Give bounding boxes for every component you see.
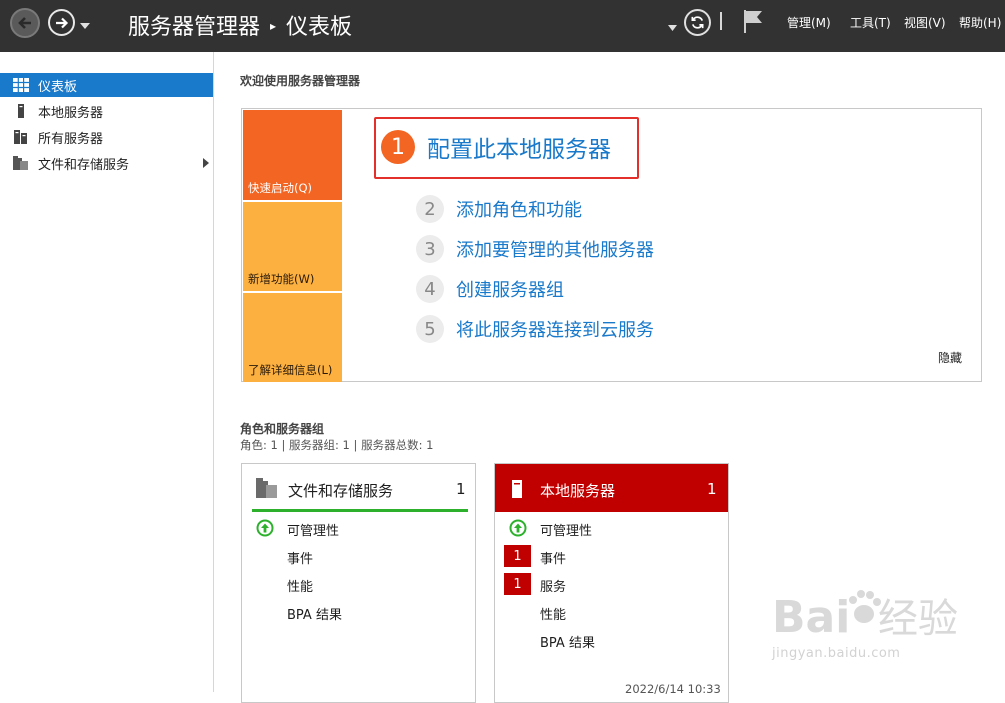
sidebar: 仪表板 本地服务器 所有服务器 文件和存储服务 (0, 52, 214, 692)
title-bar: 服务器管理器 ▸ 仪表板 管理(M) 工具(T) 视图(V) 帮助(H) (0, 0, 1005, 52)
breadcrumb-root[interactable]: 服务器管理器 (128, 15, 260, 40)
step-link[interactable]: 添加要管理的其他服务器 (456, 236, 654, 262)
tile-label: 了解详细信息(L) (248, 363, 333, 377)
expand-arrow-icon[interactable] (203, 158, 209, 168)
menu-help[interactable]: 帮助(H) (959, 14, 1001, 31)
history-dropdown[interactable] (80, 16, 90, 35)
server-icon (512, 480, 522, 498)
row-events[interactable]: 事件 (287, 548, 313, 567)
card-title: 文件和存储服务 (288, 482, 394, 500)
sidebar-item-local-server[interactable]: 本地服务器 (0, 99, 213, 123)
alert-count-badge: 1 (504, 573, 531, 595)
forward-button[interactable] (48, 9, 75, 36)
step-configure-local-server[interactable]: 1 配置此本地服务器 (381, 130, 611, 164)
alert-count-badge: 1 (504, 545, 531, 567)
step-link[interactable]: 将此服务器连接到云服务 (456, 316, 654, 342)
row-performance[interactable]: 性能 (540, 604, 566, 623)
step-add-servers[interactable]: 3 添加要管理的其他服务器 (416, 235, 654, 263)
row-bpa-results[interactable]: BPA 结果 (540, 632, 595, 651)
step-number: 5 (416, 315, 444, 343)
role-card-file-storage[interactable]: 文件和存储服务 1 可管理性 事件 性能 BPA 结果 (241, 463, 476, 703)
hide-welcome-link[interactable]: 隐藏 (938, 349, 962, 366)
status-ok-icon (256, 519, 274, 537)
step-number: 1 (381, 130, 415, 164)
arrow-right-icon (55, 17, 68, 28)
step-create-group[interactable]: 4 创建服务器组 (416, 275, 564, 303)
file-storage-icon (256, 478, 277, 498)
row-events[interactable]: 事件 (540, 548, 566, 567)
sidebar-item-label: 本地服务器 (38, 105, 104, 121)
menu-tools[interactable]: 工具(T) (850, 14, 891, 31)
step-link[interactable]: 创建服务器组 (456, 276, 564, 302)
step-number: 4 (416, 275, 444, 303)
chevron-down-icon (80, 23, 90, 29)
welcome-title: 欢迎使用服务器管理器 (240, 74, 361, 88)
menu-view[interactable]: 视图(V) (904, 14, 946, 31)
step-add-roles[interactable]: 2 添加角色和功能 (416, 195, 582, 223)
refresh-dropdown[interactable] (668, 17, 677, 69)
tile-whats-new[interactable]: 新增功能(W) (243, 202, 342, 291)
sidebar-item-dashboard[interactable]: 仪表板 (0, 73, 213, 97)
row-manageability[interactable]: 可管理性 (540, 520, 592, 539)
sidebar-item-all-servers[interactable]: 所有服务器 (0, 125, 213, 149)
role-card-local-server[interactable]: 本地服务器 1 可管理性 1 事件 1 服务 性能 BPA 结果 2022/6/… (494, 463, 729, 703)
row-performance[interactable]: 性能 (287, 576, 313, 595)
card-header[interactable]: 文件和存储服务 1 (252, 464, 468, 512)
breadcrumb: 服务器管理器 ▸ 仪表板 (128, 9, 352, 41)
refresh-icon (691, 16, 704, 29)
svg-text:Bai: Bai (772, 592, 850, 642)
step-link[interactable]: 配置此本地服务器 (427, 130, 611, 164)
step-number: 3 (416, 235, 444, 263)
file-storage-icon (13, 156, 28, 170)
step-connect-cloud[interactable]: 5 将此服务器连接到云服务 (416, 315, 654, 343)
toolbar-divider (720, 12, 722, 30)
status-ok-icon (509, 519, 527, 537)
card-timestamp: 2022/6/14 10:33 (625, 682, 721, 696)
tile-learn-more[interactable]: 了解详细信息(L) (243, 293, 342, 382)
breadcrumb-separator: ▸ (270, 19, 277, 33)
tile-label: 新增功能(W) (248, 272, 315, 286)
step-number: 2 (416, 195, 444, 223)
chevron-down-icon (668, 25, 677, 31)
arrow-left-icon (18, 17, 31, 29)
back-button[interactable] (10, 8, 40, 38)
servers-icon (14, 130, 27, 144)
roles-title: 角色和服务器组 (240, 422, 325, 436)
tile-label: 快速启动(Q) (248, 181, 313, 195)
sidebar-item-label: 文件和存储服务 (38, 157, 130, 173)
sidebar-item-label: 仪表板 (38, 79, 78, 95)
card-title: 本地服务器 (540, 482, 616, 500)
card-header[interactable]: 本地服务器 1 (495, 464, 728, 512)
sidebar-item-label: 所有服务器 (38, 131, 104, 147)
row-manageability[interactable]: 可管理性 (287, 520, 339, 539)
sidebar-item-file-storage[interactable]: 文件和存储服务 (0, 151, 213, 175)
dashboard-grid-icon (13, 78, 29, 92)
row-services[interactable]: 服务 (540, 576, 566, 595)
row-bpa-results[interactable]: BPA 结果 (287, 604, 342, 623)
watermark-url: jingyan.baidu.com (772, 646, 901, 661)
tile-quick-start[interactable]: 快速启动(Q) (243, 110, 342, 200)
refresh-button[interactable] (684, 9, 711, 36)
flag-icon (744, 10, 762, 33)
menu-manage[interactable]: 管理(M) (787, 14, 831, 31)
baidu-watermark-logo: Bai 经验 (772, 590, 958, 642)
breadcrumb-current: 仪表板 (286, 15, 353, 40)
notifications-flag[interactable] (742, 8, 764, 38)
card-count: 1 (456, 480, 466, 498)
roles-summary: 角色: 1 | 服务器组: 1 | 服务器总数: 1 (240, 438, 434, 452)
svg-text:经验: 经验 (878, 596, 958, 642)
server-icon (18, 104, 24, 118)
step-link[interactable]: 添加角色和功能 (456, 196, 582, 222)
card-count: 1 (707, 480, 717, 498)
